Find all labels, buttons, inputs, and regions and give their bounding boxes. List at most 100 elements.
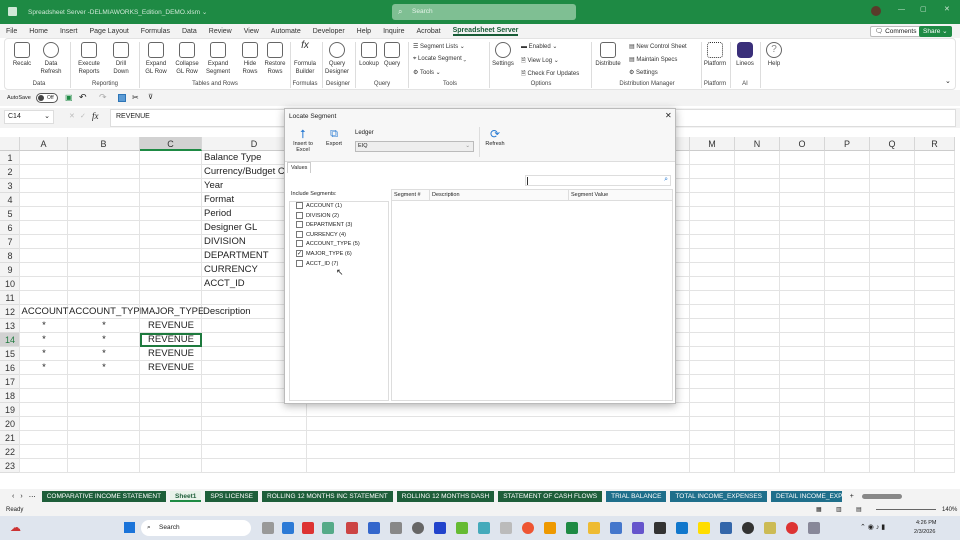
settings-button[interactable]: Settings: [491, 42, 515, 68]
segment-list-item[interactable]: CURRENCY (4): [290, 230, 388, 241]
distribute-button[interactable]: Distribute: [594, 42, 622, 68]
cell-d10[interactable]: ACCT_ID: [204, 277, 286, 291]
help-button[interactable]: ? Help: [763, 42, 785, 68]
menu-file[interactable]: File: [6, 28, 17, 35]
close-icon[interactable]: ✕: [944, 5, 950, 13]
cell-d5[interactable]: Period: [204, 207, 286, 221]
fill-color-icon[interactable]: [118, 94, 126, 102]
row-header-13[interactable]: 13: [0, 319, 20, 333]
table-cell[interactable]: REVENUE: [140, 361, 202, 375]
menu-review[interactable]: Review: [209, 28, 232, 35]
cell-d3[interactable]: Year: [204, 179, 286, 193]
row-header-10[interactable]: 10: [0, 277, 20, 291]
menu-formulas[interactable]: Formulas: [141, 28, 170, 35]
segment-list-item[interactable]: DIVISION (2): [290, 211, 388, 222]
row-header-14[interactable]: 14: [0, 333, 20, 347]
sheet-tab[interactable]: DETAIL INCOME_EXPE: [771, 491, 842, 502]
menu-home[interactable]: Home: [29, 28, 48, 35]
table-cell[interactable]: *: [68, 319, 140, 333]
restore-rows-button[interactable]: Restore Rows: [263, 42, 287, 76]
app-icon[interactable]: [412, 522, 424, 534]
app-icon[interactable]: [302, 522, 314, 534]
scroll-tabs-left[interactable]: ‹: [12, 493, 14, 500]
table-cell[interactable]: *: [68, 361, 140, 375]
menu-insert[interactable]: Insert: [60, 28, 78, 35]
row-header-16[interactable]: 16: [0, 361, 20, 375]
collapse-ribbon-icon[interactable]: ⌄: [945, 77, 951, 85]
sheet-tab[interactable]: COMPARATIVE INCOME STATEMENT: [41, 491, 167, 502]
cell-d9[interactable]: CURRENCY: [204, 263, 286, 277]
header-segment-value[interactable]: Segment Value: [571, 190, 608, 201]
menu-spreadsheet-server[interactable]: Spreadsheet Server: [452, 27, 519, 36]
table-cell[interactable]: *: [68, 333, 140, 347]
hide-rows-button[interactable]: Hide Rows: [239, 42, 261, 76]
outlook-icon[interactable]: [676, 522, 688, 534]
dm-settings-button[interactable]: ⚙ Settings: [629, 69, 658, 76]
table-cell[interactable]: REVENUE: [140, 319, 202, 333]
avatar[interactable]: [871, 6, 881, 16]
expand-segment-button[interactable]: Expand Segment: [203, 42, 233, 76]
sheet-tab[interactable]: SPS LICENSE: [205, 491, 259, 502]
segment-list-item[interactable]: DEPARTMENT (3): [290, 221, 388, 231]
insert-function-button[interactable]: fx: [92, 111, 99, 121]
segment-list-item[interactable]: ACCOUNT_TYPE (5): [290, 240, 388, 250]
app-icon[interactable]: [742, 522, 754, 534]
segment-checkbox[interactable]: [296, 230, 303, 238]
clock-time[interactable]: 4:26 PM: [916, 520, 936, 526]
zoom-level[interactable]: 140%: [942, 504, 957, 516]
save-icon[interactable]: ▣: [65, 93, 73, 102]
platform-button[interactable]: Platform: [702, 42, 728, 68]
teams-icon[interactable]: [632, 522, 644, 534]
segment-checkbox[interactable]: [296, 202, 303, 210]
maintain-specs-button[interactable]: ▤ Maintain Specs: [629, 56, 677, 63]
table-cell[interactable]: *: [20, 361, 68, 375]
row-header-18[interactable]: 18: [0, 389, 20, 403]
clock-date[interactable]: 2/3/2026: [914, 529, 935, 535]
autosave-toggle[interactable]: Off: [36, 93, 58, 103]
export-button[interactable]: ⧉ Export: [323, 127, 345, 147]
page-break-view-icon[interactable]: ▤: [856, 504, 862, 516]
row-header-7[interactable]: 7: [0, 235, 20, 249]
row-header-5[interactable]: 5: [0, 207, 20, 221]
clear-format-icon[interactable]: ✂: [132, 93, 139, 102]
settings-icon[interactable]: [808, 522, 820, 534]
header-segment-number[interactable]: Segment #: [394, 190, 430, 201]
row-header-8[interactable]: 8: [0, 249, 20, 263]
formula-builder-button[interactable]: fx Formula Builder: [292, 41, 318, 76]
app-icon[interactable]: [654, 522, 666, 534]
row-header-19[interactable]: 19: [0, 403, 20, 417]
dialog-close-icon[interactable]: ✕: [665, 111, 672, 120]
select-all-corner[interactable]: [0, 137, 20, 151]
app-icon[interactable]: [390, 522, 402, 534]
row-header-17[interactable]: 17: [0, 375, 20, 389]
lineos-button[interactable]: Lineos: [732, 42, 758, 68]
view-log-button[interactable]: 🗎 View Log ⌄: [521, 56, 559, 66]
row-header-1[interactable]: 1: [0, 151, 20, 165]
sheet-tab[interactable]: ROLLING 12 MONTHS DASH: [396, 491, 495, 502]
app-icon[interactable]: [500, 522, 512, 534]
collapse-gl-row-button[interactable]: Collapse GL Row: [173, 42, 201, 76]
app-icon[interactable]: [322, 522, 334, 534]
segment-lists-button[interactable]: ☰ Segment Lists ⌄: [413, 43, 465, 50]
app-icon[interactable]: [456, 522, 468, 534]
enabled-button[interactable]: ▬ Enabled ⌄: [521, 43, 557, 50]
column-header-o[interactable]: O: [780, 137, 825, 151]
row-header-22[interactable]: 22: [0, 445, 20, 459]
segment-list-item[interactable]: ACCOUNT (1): [290, 202, 388, 212]
menu-automate[interactable]: Automate: [271, 28, 301, 35]
app-icon[interactable]: [346, 522, 358, 534]
app-icon[interactable]: [610, 522, 622, 534]
column-header-r[interactable]: R: [915, 137, 955, 151]
segment-checkbox[interactable]: [296, 221, 303, 229]
query-button[interactable]: Query: [382, 42, 402, 68]
sheet-tab[interactable]: ROLLING 12 MONTHS INC STATEMENT: [262, 491, 393, 502]
check-updates-button[interactable]: 🗎 Check For Updates: [521, 69, 579, 79]
app-icon[interactable]: [368, 522, 380, 534]
row-header-12[interactable]: 12: [0, 305, 20, 319]
horizontal-scrollbar[interactable]: [861, 494, 902, 499]
recalc-button[interactable]: Recalc: [9, 42, 35, 68]
comments-button[interactable]: 🗨 Comments: [870, 26, 922, 37]
system-tray[interactable]: ⌃ ◉ ♪ ▮: [860, 523, 885, 531]
refresh-button[interactable]: ⟳ Refresh: [483, 127, 507, 147]
table-cell[interactable]: *: [20, 333, 68, 347]
